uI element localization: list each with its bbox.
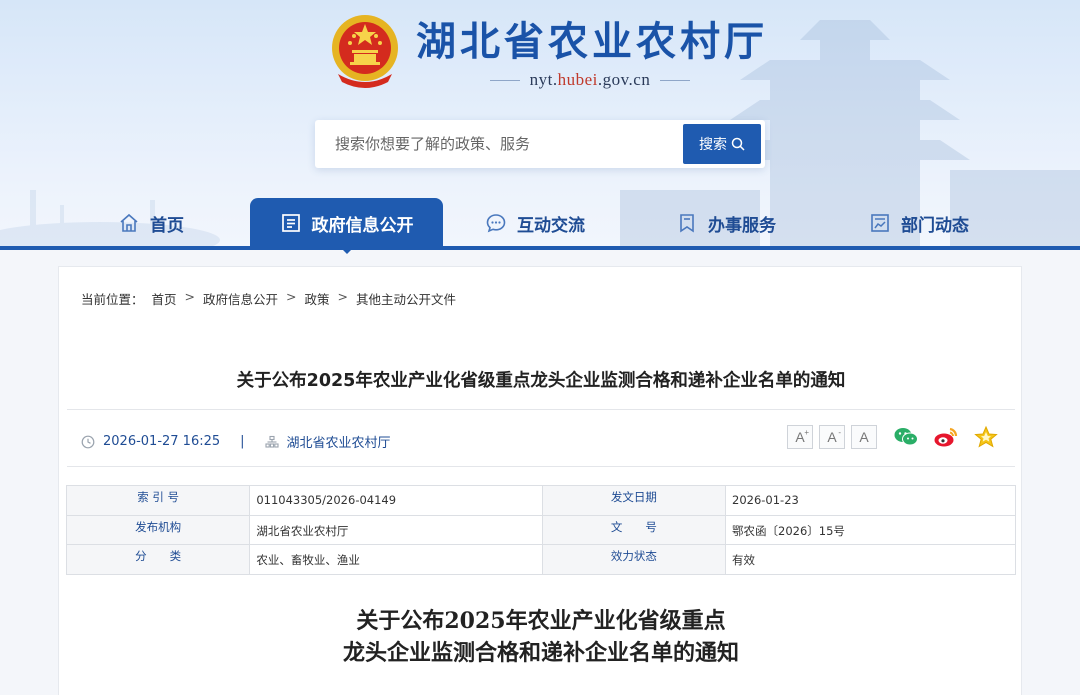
news-chart-icon <box>871 214 889 232</box>
font-increase-button[interactable]: A + <box>787 425 813 449</box>
breadcrumb-separator: > <box>286 289 297 304</box>
document-info-table: 索 引 号 011043305/2026-04149 发文日期 2026-01-… <box>65 485 1016 575</box>
info-key: 效力状态 <box>541 544 727 575</box>
clock-icon <box>81 435 95 448</box>
article-title: 关于公布2025年农业产业化省级重点龙头企业监测合格和递补企业名单的通知 <box>236 371 846 391</box>
nav-item-services[interactable]: 办事服务 <box>676 198 776 248</box>
info-value: 鄂农函〔2026〕15号 <box>725 514 1016 545</box>
divider <box>67 409 1015 410</box>
nav-item-gov-info[interactable]: 政府信息公开 <box>250 198 443 254</box>
organization-icon <box>264 435 279 448</box>
font-reset-button[interactable]: A <box>851 425 877 449</box>
nav-item-interaction[interactable]: 互动交流 <box>485 198 585 248</box>
meta-separator: | <box>240 434 245 449</box>
national-emblem-icon <box>332 15 398 88</box>
breadcrumb-link[interactable]: 其他主动公开文件 <box>356 289 456 308</box>
favorite-star-icon[interactable] <box>973 425 999 449</box>
info-value: 农业、畜牧业、渔业 <box>249 544 543 575</box>
wechat-icon[interactable] <box>893 425 919 449</box>
share-tools <box>893 425 999 449</box>
home-icon <box>120 213 138 232</box>
info-key: 分 类 <box>65 544 251 575</box>
info-value: 2026-01-23 <box>725 485 1016 516</box>
search-icon <box>731 137 745 151</box>
info-key: 文 号 <box>541 514 727 545</box>
info-value: 有效 <box>725 544 1016 575</box>
font-size-tools: A + A- A <box>787 425 877 449</box>
document-title-line: 关于公布2025年农业产业化省级重点 <box>356 608 726 634</box>
search-input[interactable] <box>323 124 683 164</box>
chat-bubble-icon <box>486 214 506 233</box>
info-key: 索 引 号 <box>65 485 251 516</box>
article-meta: 2026-01-27 16:25 | 湖北省农业农村厅 <box>81 432 391 451</box>
main-nav: 首页 政府信息公开 互动交流 办事服务 部门动态 <box>0 198 1080 254</box>
content-card: 当前位置： 首页 > 政府信息公开 > 政策 > 其他主动公开文件 关于公布20… <box>58 266 1022 695</box>
info-value: 湖北省农业农村厅 <box>249 514 543 545</box>
weibo-icon[interactable] <box>933 425 959 449</box>
divider <box>67 466 1015 467</box>
breadcrumb-separator: > <box>337 289 349 304</box>
breadcrumb-separator: > <box>184 289 196 304</box>
article-datetime: 2026-01-27 16:25 <box>103 434 221 449</box>
info-key: 发文日期 <box>541 485 727 516</box>
table-row: 发布机构 湖北省农业农村厅 文 号 鄂农函〔2026〕15号 <box>65 514 1016 545</box>
site-url: nyt.hubei.gov.cn <box>470 68 710 92</box>
document-list-icon <box>281 214 300 232</box>
breadcrumb-prefix: 当前位置： <box>81 292 144 307</box>
divider <box>660 79 691 81</box>
bookmark-icon <box>680 214 694 233</box>
info-key: 发布机构 <box>65 514 251 545</box>
document-title: 关于公布2025年农业产业化省级重点 龙头企业监测合格和递补企业名单的通知 <box>59 605 1023 669</box>
table-row: 索 引 号 011043305/2026-04149 发文日期 2026-01-… <box>65 485 1016 516</box>
table-row: 分 类 农业、畜牧业、渔业 效力状态 有效 <box>65 544 1016 575</box>
site-title: 湖北省农业农村厅 <box>416 19 768 65</box>
nav-item-dept-news[interactable]: 部门动态 <box>869 198 969 248</box>
breadcrumb-link[interactable]: 首页 <box>152 289 177 308</box>
breadcrumb-link[interactable]: 政府信息公开 <box>203 289 278 308</box>
search-button[interactable]: 搜索 <box>683 124 761 164</box>
document-title-line: 龙头企业监测合格和递补企业名单的通知 <box>342 640 739 666</box>
article-source: 湖北省农业农村厅 <box>286 436 391 451</box>
divider <box>489 79 520 81</box>
search-box: 搜索 <box>315 120 765 168</box>
font-decrease-button[interactable]: A- <box>819 425 845 449</box>
site-url-text: nyt.hubei.gov.cn <box>529 70 651 89</box>
nav-underline <box>0 246 1080 250</box>
info-value: 011043305/2026-04149 <box>249 485 543 516</box>
nav-item-home[interactable]: 首页 <box>118 198 184 248</box>
breadcrumb: 当前位置： 首页 > 政府信息公开 > 政策 > 其他主动公开文件 <box>81 289 456 308</box>
breadcrumb-link[interactable]: 政策 <box>305 289 330 308</box>
